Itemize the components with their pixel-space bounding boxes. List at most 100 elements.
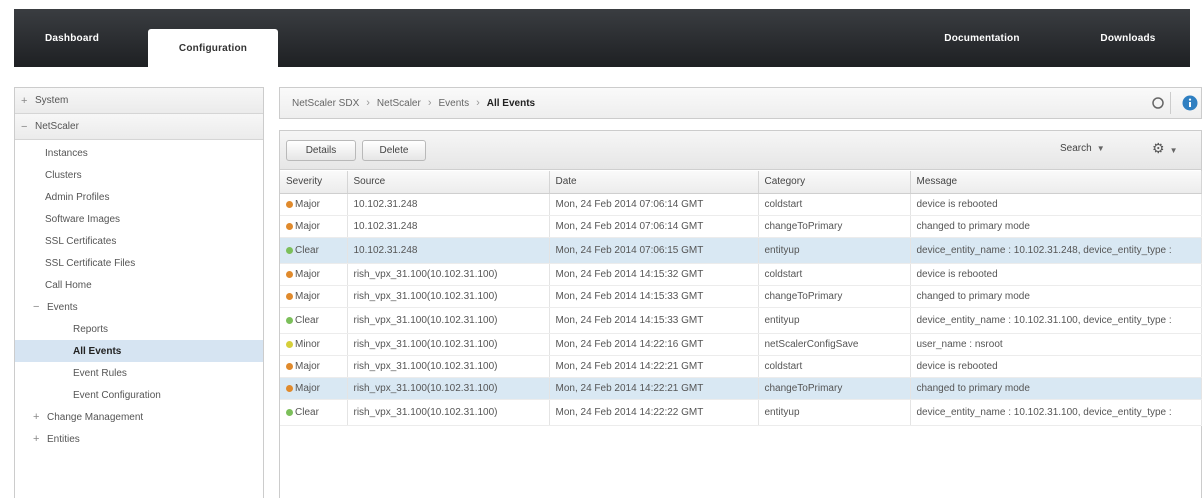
table-row[interactable]: Major 10.102.31.248 Mon, 24 Feb 2014 07:06… xyxy=(280,215,1202,238)
sidebar-item-label: Software Images xyxy=(45,213,121,225)
date-cell: Mon, 24 Feb 2014 14:22:21 GMT xyxy=(549,355,759,378)
sidebar-item-reports[interactable]: Reports xyxy=(15,318,263,340)
severity-cell: Major xyxy=(280,285,348,308)
breadcrumb: NetScaler SDX › NetScaler › Events › All… xyxy=(279,87,1202,119)
expand-icon[interactable]: + xyxy=(33,411,47,423)
severity-status-icon xyxy=(286,362,293,370)
expand-icon[interactable]: + xyxy=(21,95,35,107)
column-header-source[interactable]: Source xyxy=(347,171,550,194)
sidebar-item-label: Instances xyxy=(45,147,88,159)
severity-label: Major xyxy=(295,360,321,372)
link-documentation[interactable]: Documentation xyxy=(934,9,1030,67)
table-row[interactable]: Major rish_vpx_31.100(10.102.31.100) Mon, … xyxy=(280,263,1202,286)
sidebar-item-label: All Events xyxy=(73,345,122,357)
sidebar-item-software-images[interactable]: Software Images xyxy=(15,208,263,230)
message-cell: changed to primary mode xyxy=(910,285,1202,308)
sidebar-item-label: SSL Certificate Files xyxy=(45,257,136,269)
tab-configuration[interactable]: Configuration xyxy=(148,29,278,67)
date-cell: Mon, 24 Feb 2014 14:15:33 GMT xyxy=(549,307,759,334)
events-table: Severity Source Date Category Message Ma… xyxy=(280,171,1202,426)
category-cell: entityup xyxy=(758,307,911,334)
table-row[interactable]: Major rish_vpx_31.100(10.102.31.100) Mon, … xyxy=(280,285,1202,308)
chevron-down-icon: ▼ xyxy=(1096,144,1105,153)
category-cell: netScalerConfigSave xyxy=(758,333,911,356)
date-cell: Mon, 24 Feb 2014 07:06:14 GMT xyxy=(549,193,759,216)
column-header-date[interactable]: Date xyxy=(549,171,759,194)
date-cell: Mon, 24 Feb 2014 07:06:14 GMT xyxy=(549,215,759,238)
column-header-severity[interactable]: Severity xyxy=(280,171,348,194)
sidebar-item-ssl-certificate-files[interactable]: SSL Certificate Files xyxy=(15,252,263,274)
tab-dashboard[interactable]: Dashboard xyxy=(32,9,112,67)
source-cell: rish_vpx_31.100(10.102.31.100) xyxy=(347,377,550,400)
severity-status-icon xyxy=(286,246,293,254)
sidebar-item-call-home[interactable]: Call Home xyxy=(15,274,263,296)
sidebar-item-label: Events xyxy=(47,301,78,313)
table-row[interactable]: Major rish_vpx_31.100(10.102.31.100) Mon, … xyxy=(280,355,1202,378)
sidebar-item-event-configuration[interactable]: Event Configuration xyxy=(15,384,263,406)
category-cell: coldstart xyxy=(758,355,911,378)
category-cell: changeToPrimary xyxy=(758,285,911,308)
severity-status-icon xyxy=(286,408,293,416)
sidebar-item-clusters[interactable]: Clusters xyxy=(15,164,263,186)
message-cell: changed to primary mode xyxy=(910,377,1202,400)
chevron-right-icon: › xyxy=(427,97,432,109)
severity-status-icon xyxy=(286,384,293,392)
table-row[interactable]: Clear rish_vpx_31.100(10.102.31.100) Mon, … xyxy=(280,307,1202,334)
category-cell: entityup xyxy=(758,399,911,426)
sidebar-item-instances[interactable]: Instances xyxy=(15,142,263,164)
chevron-down-icon: ▼ xyxy=(1169,146,1178,155)
sidebar-nav: + System − NetScaler Instances Clusters … xyxy=(14,87,264,498)
collapse-icon[interactable]: − xyxy=(21,121,35,133)
sidebar-section-system[interactable]: + System xyxy=(15,88,263,114)
help-icon[interactable] xyxy=(1180,93,1200,113)
details-button[interactable]: Details xyxy=(286,140,356,161)
severity-cell: Major xyxy=(280,193,348,216)
table-row[interactable]: Major 10.102.31.248 Mon, 24 Feb 2014 07:06… xyxy=(280,193,1202,216)
breadcrumb-item[interactable]: NetScaler SDX xyxy=(292,98,359,109)
sidebar-item-event-rules[interactable]: Event Rules xyxy=(15,362,263,384)
table-row[interactable]: Minor rish_vpx_31.100(10.102.31.100) Mon, … xyxy=(280,333,1202,356)
gear-icon[interactable]: ⚙ ▼ xyxy=(1152,140,1177,157)
sidebar-item-change-management[interactable]: + Change Management xyxy=(15,406,263,428)
message-cell: changed to primary mode xyxy=(910,215,1202,238)
sidebar-item-label: Call Home xyxy=(45,279,92,291)
search-dropdown[interactable]: Search ▼ xyxy=(1060,143,1105,154)
severity-cell: Clear xyxy=(280,237,348,264)
sidebar-item-all-events[interactable]: All Events xyxy=(15,340,263,362)
sidebar-item-admin-profiles[interactable]: Admin Profiles xyxy=(15,186,263,208)
collapse-icon[interactable]: − xyxy=(33,301,47,313)
message-cell: device_entity_name : 10.102.31.248, devi… xyxy=(910,237,1202,264)
breadcrumb-item[interactable]: Events xyxy=(439,98,470,109)
sidebar-item-label: SSL Certificates xyxy=(45,235,117,247)
refresh-icon[interactable] xyxy=(1148,93,1168,113)
severity-status-icon xyxy=(286,200,293,208)
sidebar-section-netscaler[interactable]: − NetScaler xyxy=(15,114,263,140)
table-row[interactable]: Clear 10.102.31.248 Mon, 24 Feb 2014 07:06… xyxy=(280,237,1202,264)
table-row[interactable]: Clear rish_vpx_31.100(10.102.31.100) Mon, … xyxy=(280,399,1202,426)
expand-icon[interactable]: + xyxy=(33,433,47,445)
sidebar-item-ssl-certificates[interactable]: SSL Certificates xyxy=(15,230,263,252)
link-downloads[interactable]: Downloads xyxy=(1078,9,1178,67)
severity-cell: Major xyxy=(280,263,348,286)
column-header-category[interactable]: Category xyxy=(758,171,911,194)
sidebar-item-label: Event Rules xyxy=(73,367,127,379)
severity-status-icon xyxy=(286,270,293,278)
severity-label: Clear xyxy=(295,406,319,418)
breadcrumb-item[interactable]: NetScaler xyxy=(377,98,421,109)
delete-button[interactable]: Delete xyxy=(362,140,426,161)
category-cell: coldstart xyxy=(758,263,911,286)
table-row[interactable]: Major rish_vpx_31.100(10.102.31.100) Mon, … xyxy=(280,377,1202,400)
severity-status-icon xyxy=(286,222,293,230)
date-cell: Mon, 24 Feb 2014 14:15:32 GMT xyxy=(549,263,759,286)
sidebar-section-label: System xyxy=(35,95,69,106)
column-header-message[interactable]: Message xyxy=(910,171,1202,194)
sidebar-item-entities[interactable]: + Entities xyxy=(15,428,263,450)
sidebar-item-label: Reports xyxy=(73,323,109,335)
severity-cell: Clear xyxy=(280,307,348,334)
top-nav-bar: Dashboard Configuration Documentation Do… xyxy=(14,9,1190,67)
severity-status-icon xyxy=(286,340,293,348)
sidebar-item-events[interactable]: − Events xyxy=(15,296,263,318)
message-cell: device is rebooted xyxy=(910,193,1202,216)
table-header-row: Severity Source Date Category Message xyxy=(280,171,1202,194)
source-cell: rish_vpx_31.100(10.102.31.100) xyxy=(347,399,550,426)
